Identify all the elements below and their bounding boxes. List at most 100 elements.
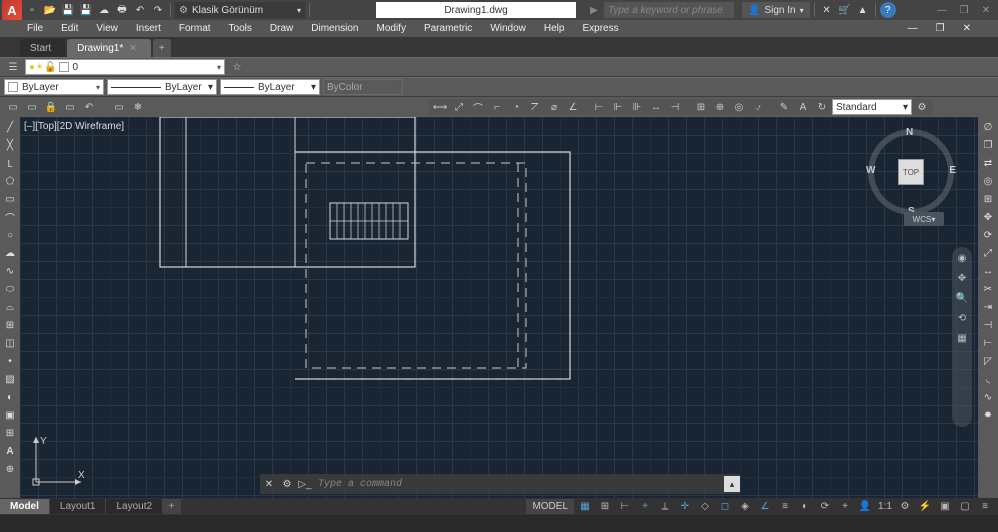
nav-wheel-icon[interactable]: ◉ bbox=[955, 251, 969, 265]
dim-jogged-icon[interactable]: ⦢ bbox=[526, 99, 544, 115]
draw-block-icon[interactable]: ◫ bbox=[2, 335, 18, 351]
menu-format[interactable]: Format bbox=[170, 23, 220, 34]
menu-edit[interactable]: Edit bbox=[52, 23, 87, 34]
menu-tools[interactable]: Tools bbox=[220, 23, 261, 34]
layer-tool-1[interactable]: ☆ bbox=[228, 59, 246, 75]
status-isoview-icon[interactable]: ▣ bbox=[936, 499, 954, 514]
menu-help[interactable]: Help bbox=[535, 23, 574, 34]
cmd-close-icon[interactable]: ✕ bbox=[260, 475, 278, 493]
status-snap-icon[interactable]: ⊞ bbox=[596, 499, 614, 514]
viewcube-top-face[interactable]: TOP bbox=[898, 159, 924, 185]
draw-gradient-icon[interactable]: ◐ bbox=[2, 389, 18, 405]
draw-hatch-icon[interactable]: ▨ bbox=[2, 371, 18, 387]
nav-pan-icon[interactable]: ✥ bbox=[955, 271, 969, 285]
tool-layeroff[interactable]: ▭ bbox=[23, 99, 41, 115]
command-line[interactable]: ✕ ⚙ ▷_ Type a command ▴ bbox=[260, 474, 740, 494]
menu-file[interactable]: File bbox=[18, 23, 52, 34]
mod-extend-icon[interactable]: ⇥ bbox=[980, 299, 996, 315]
mod-rotate-icon[interactable]: ⟳ bbox=[980, 227, 996, 243]
status-otrack-icon[interactable]: ∠ bbox=[756, 499, 774, 514]
tab-drawing1[interactable]: Drawing1*✕ bbox=[67, 39, 151, 57]
dim-quick-icon[interactable]: ⊢ bbox=[590, 99, 608, 115]
status-cleanscreen-icon[interactable]: ▢ bbox=[956, 499, 974, 514]
layer-dropdown[interactable]: ● ☀ 🔓 0 ▾ bbox=[25, 59, 225, 75]
mod-scale-icon[interactable]: ⤢ bbox=[980, 245, 996, 261]
qa-save-icon[interactable]: 💾 bbox=[60, 2, 76, 18]
drawing-viewport[interactable]: [–][Top][2D Wireframe] bbox=[20, 117, 978, 498]
tool-layerfreeze[interactable]: ❄ bbox=[129, 99, 147, 115]
draw-xline-icon[interactable]: ╳ bbox=[2, 137, 18, 153]
cart-icon[interactable]: 🛒 bbox=[837, 2, 853, 18]
draw-polygon-icon[interactable]: ⬠ bbox=[2, 173, 18, 189]
layout-tab-layout2[interactable]: Layout2 bbox=[106, 499, 163, 514]
draw-region-icon[interactable]: ▣ bbox=[2, 407, 18, 423]
dim-diameter-icon[interactable]: ⌀ bbox=[545, 99, 563, 115]
compass-e[interactable]: E bbox=[949, 165, 956, 176]
status-hwacc-icon[interactable]: ⚡ bbox=[916, 499, 934, 514]
dim-tolerance-icon[interactable]: ⊞ bbox=[692, 99, 710, 115]
draw-spline-icon[interactable]: ∿ bbox=[2, 263, 18, 279]
dim-center-icon[interactable]: ⊕ bbox=[711, 99, 729, 115]
qa-undo-icon[interactable]: ↶ bbox=[132, 2, 148, 18]
layer-properties-button[interactable]: ☰ bbox=[4, 59, 22, 75]
nav-orbit-icon[interactable]: ⟲ bbox=[955, 311, 969, 325]
layout-tab-model[interactable]: Model bbox=[0, 499, 50, 514]
status-annoscale-icon[interactable]: 👤 bbox=[856, 499, 874, 514]
view-cube[interactable]: TOP N S E W bbox=[866, 127, 956, 217]
mod-array-icon[interactable]: ⊞ bbox=[980, 191, 996, 207]
menu-insert[interactable]: Insert bbox=[127, 23, 170, 34]
draw-mtext-icon[interactable]: A bbox=[2, 443, 18, 459]
tab-close-icon[interactable]: ✕ bbox=[129, 43, 137, 54]
dim-style-dropdown[interactable]: Standard ▾ bbox=[832, 99, 912, 115]
mod-move-icon[interactable]: ✥ bbox=[980, 209, 996, 225]
dim-style-manager-icon[interactable]: ⚙ bbox=[913, 99, 931, 115]
qa-redo-icon[interactable]: ↷ bbox=[150, 2, 166, 18]
draw-insert-icon[interactable]: ⊞ bbox=[2, 317, 18, 333]
nav-showmotion-icon[interactable]: ▦ bbox=[955, 331, 969, 345]
dim-space-icon[interactable]: ↔ bbox=[647, 99, 665, 115]
window-minimize-icon[interactable]: — bbox=[932, 2, 952, 18]
mod-blend-icon[interactable]: ∿ bbox=[980, 389, 996, 405]
mod-explode-icon[interactable]: ✸ bbox=[980, 407, 996, 423]
mod-trim-icon[interactable]: ✂ bbox=[980, 281, 996, 297]
dim-update-icon[interactable]: ↻ bbox=[813, 99, 831, 115]
menu-modify[interactable]: Modify bbox=[368, 23, 415, 34]
tab-start[interactable]: Start bbox=[20, 39, 65, 57]
tab-new-button[interactable]: + bbox=[153, 39, 171, 57]
mod-stretch-icon[interactable]: ↔ bbox=[980, 263, 996, 279]
dim-aligned-icon[interactable]: ⤢ bbox=[450, 99, 468, 115]
dim-edit-icon[interactable]: ✎ bbox=[775, 99, 793, 115]
menu-view[interactable]: View bbox=[87, 23, 127, 34]
layout-tab-add[interactable]: + bbox=[163, 499, 181, 514]
window-close-icon[interactable]: ✕ bbox=[976, 2, 996, 18]
qa-new-icon[interactable]: ▫ bbox=[24, 2, 40, 18]
draw-rect-icon[interactable]: ▭ bbox=[2, 191, 18, 207]
compass-n[interactable]: N bbox=[906, 127, 913, 138]
wcs-dropdown[interactable]: WCS ▾ bbox=[904, 212, 944, 226]
dim-ordinate-icon[interactable]: ⌐ bbox=[488, 99, 506, 115]
tool-layerstate[interactable]: ▭ bbox=[110, 99, 128, 115]
dim-continue-icon[interactable]: ⊪ bbox=[628, 99, 646, 115]
status-3dosnap-icon[interactable]: ◈ bbox=[736, 499, 754, 514]
a360-icon[interactable]: ▲ bbox=[855, 2, 871, 18]
menu-dimension[interactable]: Dimension bbox=[302, 23, 367, 34]
status-polar-icon[interactable]: ✛ bbox=[676, 499, 694, 514]
draw-revcloud-icon[interactable]: ☁ bbox=[2, 245, 18, 261]
mod-mirror-icon[interactable]: ⇄ bbox=[980, 155, 996, 171]
layout-tab-layout1[interactable]: Layout1 bbox=[50, 499, 107, 514]
status-customize-icon[interactable]: ≡ bbox=[976, 499, 994, 514]
menu-express[interactable]: Express bbox=[573, 23, 627, 34]
sign-in-button[interactable]: 👤 Sign In ▾ bbox=[742, 2, 810, 18]
draw-pline-icon[interactable]: Ⳑ bbox=[2, 155, 18, 171]
dim-arc-icon[interactable]: ⌒ bbox=[469, 99, 487, 115]
cmd-customize-icon[interactable]: ⚙ bbox=[278, 475, 296, 493]
dim-textedit-icon[interactable]: A bbox=[794, 99, 812, 115]
qa-plot-icon[interactable]: 🖶 bbox=[114, 2, 130, 18]
menu-window[interactable]: Window bbox=[481, 23, 535, 34]
linetype-dropdown[interactable]: ByLayer ▾ bbox=[107, 79, 217, 95]
dim-radius-icon[interactable]: ◔ bbox=[507, 99, 525, 115]
draw-line-icon[interactable]: ╱ bbox=[2, 119, 18, 135]
status-infer-icon[interactable]: ⊢ bbox=[616, 499, 634, 514]
status-workspace-icon[interactable]: ⚙ bbox=[896, 499, 914, 514]
qa-open-icon[interactable]: 📂 bbox=[42, 2, 58, 18]
